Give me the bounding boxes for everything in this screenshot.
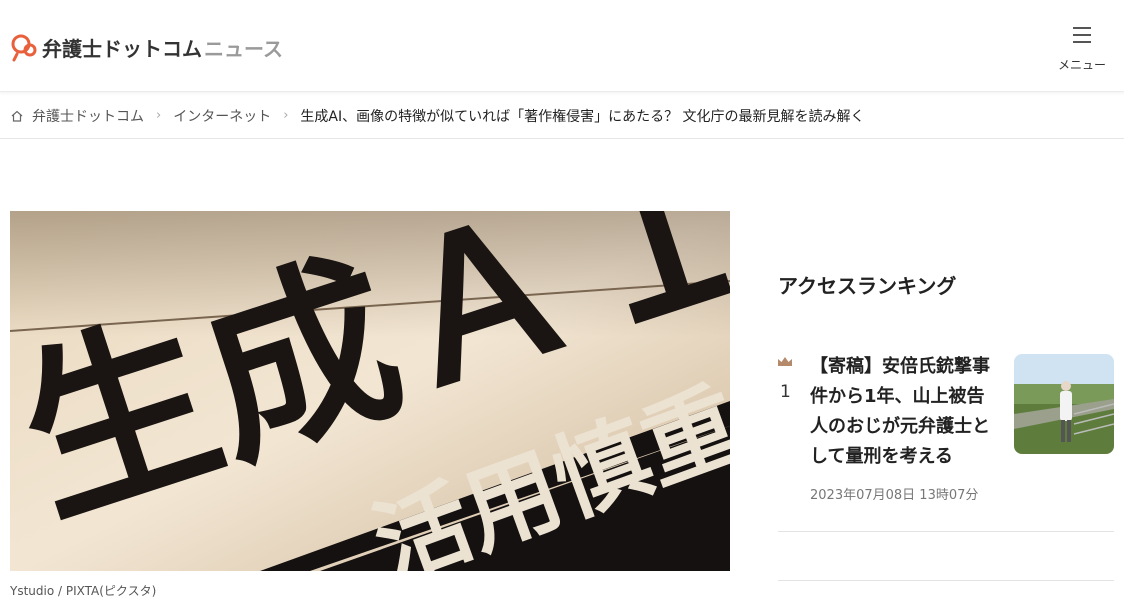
newspaper-photo: 生成ＡＩ 活用慎重 xyxy=(10,211,730,571)
breadcrumb-category-link[interactable]: インターネット xyxy=(173,106,271,126)
site-header: 弁護士ドットコム ニュース メニュー xyxy=(0,0,1124,92)
ranking-title: アクセスランキング xyxy=(778,274,957,298)
breadcrumb-current: 生成AI、画像の特徴が似ていれば「著作権侵害」にあたる？ 文化庁の最新見解を読み… xyxy=(300,108,865,125)
menu-button[interactable]: メニュー xyxy=(1052,24,1112,74)
breadcrumb-home-link[interactable]: 弁護士ドットコム xyxy=(32,106,144,126)
ranking-headline[interactable]: 【寄稿】安倍氏銃撃事件から1年、山上被告人のおじが元弁護士として量刑を考える xyxy=(810,352,1000,472)
chevron-right-icon: › xyxy=(156,108,162,123)
chevron-right-icon: › xyxy=(283,108,289,123)
menu-label: メニュー xyxy=(1057,58,1106,72)
logo-text: 弁護士ドットコム xyxy=(42,36,202,61)
logo-news-text: ニュース xyxy=(204,36,283,61)
logo-mark-icon xyxy=(11,34,37,62)
site-logo[interactable]: 弁護士ドットコム ニュース xyxy=(10,32,283,62)
image-credit: Ystudio / PIXTA(ピクスタ) xyxy=(10,584,157,598)
ranking-date: 2023年07月08日 13時07分 xyxy=(810,488,979,503)
ranking-item[interactable]: 1 【寄稿】安倍氏銃撃事件から1年、山上被告人のおじが元弁護士として量刑を考える… xyxy=(778,350,1114,532)
home-icon[interactable] xyxy=(10,109,24,123)
ranking-divider xyxy=(778,580,1114,581)
article-hero-image: 生成ＡＩ 活用慎重 xyxy=(10,211,730,571)
ranking-thumbnail[interactable] xyxy=(1014,354,1114,454)
thumbnail-photo xyxy=(1014,354,1114,454)
breadcrumb: 弁護士ドットコム › インターネット › 生成AI、画像の特徴が似ていれば「著作… xyxy=(0,93,1124,139)
hamburger-icon xyxy=(1073,27,1091,43)
ranking-number: 1 xyxy=(780,382,791,402)
crown-icon xyxy=(778,357,792,366)
